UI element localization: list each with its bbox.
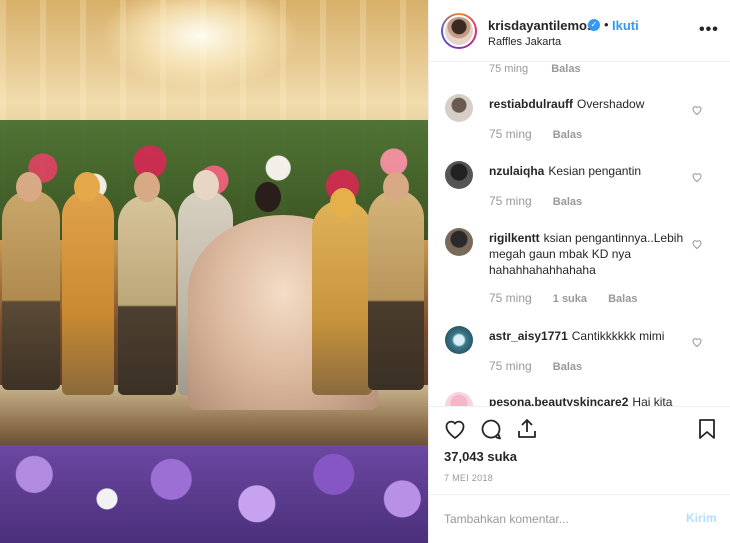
photo-person-3-head: [134, 172, 160, 202]
author-username[interactable]: krisdayantilemos: [488, 18, 594, 33]
comment-time: 75 ming: [489, 63, 529, 75]
comment-time: 75 ming: [489, 194, 532, 208]
comment-text: astr_aisy1771 Cantikkkkkk mimi: [489, 328, 685, 344]
comment-reply-button[interactable]: Balas: [553, 196, 582, 208]
comment-reply-button[interactable]: Balas: [551, 63, 580, 75]
post-comment-button[interactable]: Kirim: [686, 511, 717, 525]
share-icon[interactable]: [515, 417, 539, 441]
comment-like-heart-icon[interactable]: [691, 171, 703, 183]
comment-text: pesona.beautyskincare2 Hai kita: [489, 394, 685, 406]
comment-username[interactable]: rigilkentt: [489, 231, 540, 245]
photo-person-6: [312, 200, 372, 395]
author-avatar[interactable]: [443, 15, 475, 47]
comment-avatar[interactable]: [445, 326, 473, 354]
comment-input[interactable]: [444, 509, 674, 529]
comment-icon[interactable]: [479, 417, 503, 441]
comment-time: 75 ming: [489, 359, 532, 373]
comment-likes-count[interactable]: 1 suka: [553, 293, 587, 305]
post-header: krisdayantilemos ✓ • Ikuti Raffles Jakar…: [429, 0, 730, 62]
comment-username[interactable]: astr_aisy1771: [489, 329, 568, 343]
photo-chandelier: [100, 0, 300, 90]
photo-person-7: [368, 190, 424, 390]
comment-time: 75 ming: [489, 127, 532, 141]
comment-avatar[interactable]: [445, 161, 473, 189]
comment-message: Overshadow: [577, 97, 645, 111]
comment-text: restiabdulrauff Overshadow: [489, 96, 685, 112]
comment-like-heart-icon[interactable]: [691, 238, 703, 250]
photo-person-1: [2, 190, 60, 390]
comment-message: Kesian pengantin: [548, 164, 642, 178]
comment-reply-button[interactable]: Balas: [553, 129, 582, 141]
post-photo[interactable]: [0, 0, 428, 543]
comments-list[interactable]: 75 ming Balas restiabdulrauff Overshadow …: [429, 62, 730, 406]
photo-person-2-head: [74, 172, 100, 202]
post-date: 7 MEI 2018: [444, 473, 494, 483]
comment-username[interactable]: pesona.beautyskincare2: [489, 395, 628, 406]
comment-message: Hai kita: [632, 395, 673, 406]
more-options-icon[interactable]: •••: [699, 22, 719, 38]
bookmark-icon[interactable]: [695, 417, 719, 441]
comment-like-heart-icon[interactable]: [691, 336, 703, 348]
photo-person-4-head: [193, 170, 219, 200]
comment-username[interactable]: nzulaiqha: [489, 164, 544, 178]
comment-meta: 75 ming 1 suka Balas: [489, 291, 655, 305]
photo-person-2: [62, 190, 114, 395]
comment-text: rigilkentt ksian pengantinnya..Lebih mega…: [489, 230, 685, 278]
photo-person-6-head: [330, 188, 356, 218]
photo-person-7-head: [383, 172, 409, 202]
likes-count[interactable]: 37,043 suka: [444, 449, 517, 464]
comment-username[interactable]: restiabdulrauff: [489, 97, 573, 111]
photo-person-3: [118, 195, 176, 395]
comment-avatar[interactable]: [445, 228, 473, 256]
comment-avatar[interactable]: [445, 392, 473, 406]
comment-meta: 75 ming Balas: [489, 127, 600, 141]
comment-meta: 75 ming Balas: [489, 194, 600, 208]
comment-meta: 75 ming Balas: [489, 359, 600, 373]
photo-flowers-bottom: [0, 445, 428, 543]
post-side-panel: krisdayantilemos ✓ • Ikuti Raffles Jakar…: [428, 0, 730, 543]
heart-icon[interactable]: [443, 417, 467, 441]
photo-person-1-head: [16, 172, 42, 202]
photo-person-5-head: [255, 182, 281, 212]
comment-reply-button[interactable]: Balas: [553, 361, 582, 373]
comment-avatar[interactable]: [445, 94, 473, 122]
author-avatar-story-ring[interactable]: [441, 13, 477, 49]
comment-time: 75 ming: [489, 291, 532, 305]
verified-badge-icon: ✓: [588, 19, 600, 31]
follow-button[interactable]: Ikuti: [612, 18, 639, 33]
comment-text: nzulaiqha Kesian pengantin: [489, 163, 685, 179]
comment-message: Cantikkkkkk mimi: [571, 329, 665, 343]
comment-like-heart-icon[interactable]: [691, 104, 703, 116]
header-separator: •: [604, 17, 609, 32]
comment-partial-meta: 75 ming Balas: [489, 63, 601, 75]
comment-composer: Kirim: [429, 494, 730, 543]
comment-reply-button[interactable]: Balas: [608, 293, 637, 305]
post-actions: 37,043 suka 7 MEI 2018: [429, 406, 730, 494]
post-location[interactable]: Raffles Jakarta: [488, 36, 561, 48]
